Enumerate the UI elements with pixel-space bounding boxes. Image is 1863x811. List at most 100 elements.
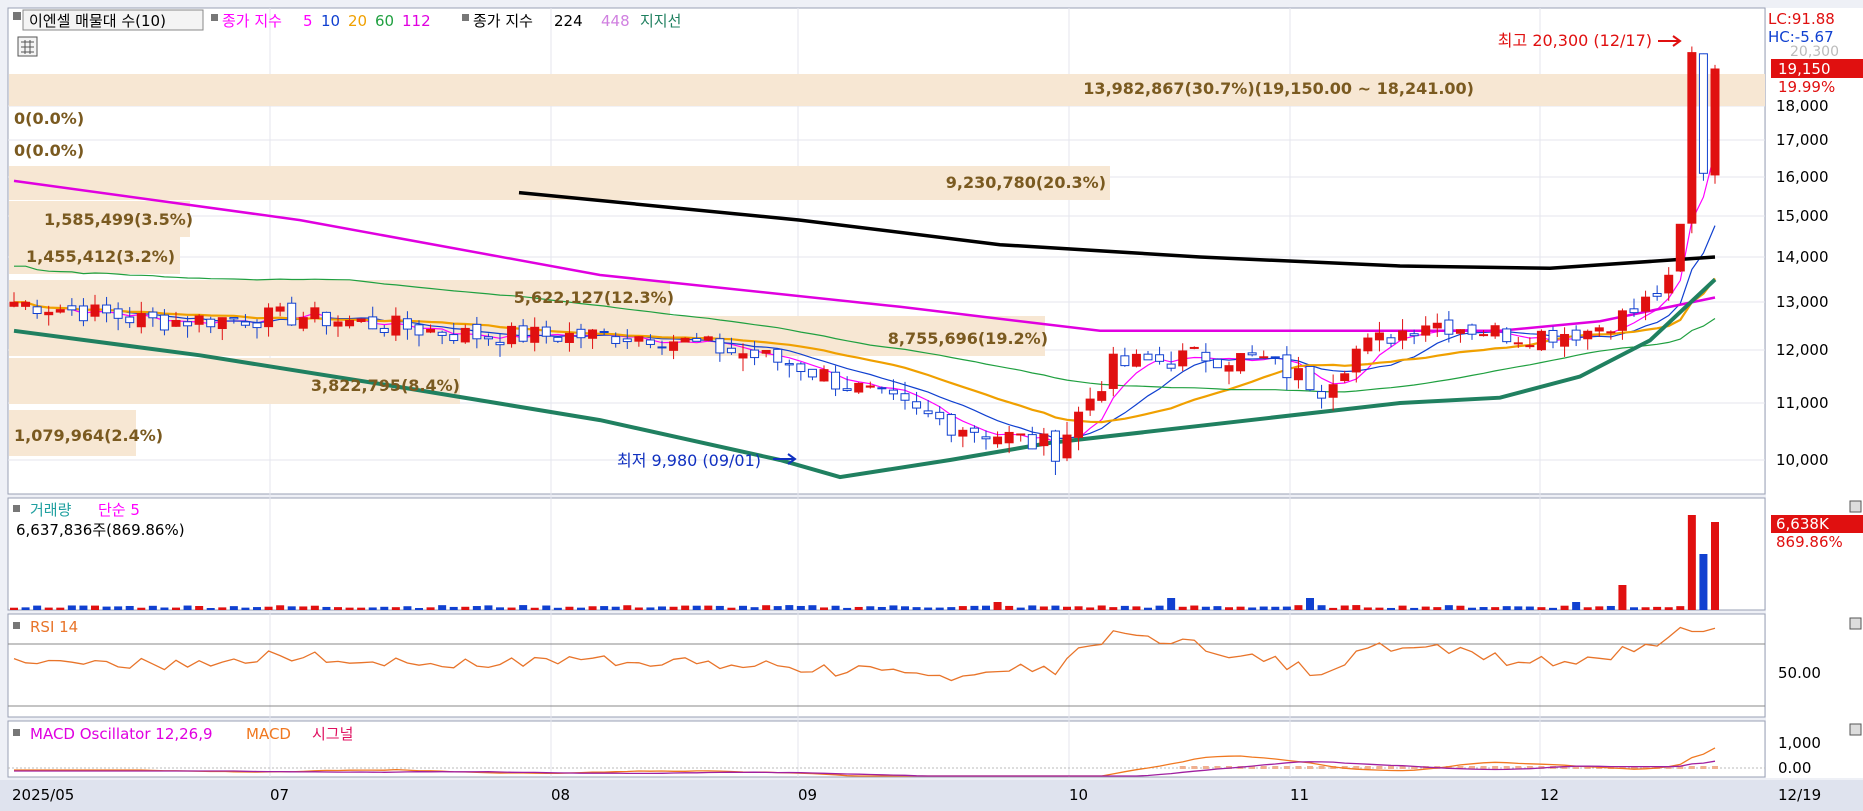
candle-body	[1259, 356, 1269, 359]
ma-period-448[interactable]: 448	[601, 12, 630, 30]
candle-body	[136, 313, 146, 328]
rsi-title[interactable]: RSI 14	[30, 618, 78, 636]
volume-bar	[368, 607, 377, 610]
volume-bar	[739, 605, 747, 610]
volume-bar	[1410, 607, 1419, 610]
volume-bar	[1606, 605, 1615, 610]
table-icon[interactable]	[17, 36, 38, 57]
macd-histogram-bar	[1688, 766, 1695, 769]
candle-body	[981, 436, 991, 440]
volume-bar	[449, 606, 458, 610]
macd-label[interactable]: MACD	[246, 725, 291, 743]
candle-body	[217, 317, 227, 330]
candle-body	[55, 309, 65, 313]
volume-bar	[345, 607, 354, 610]
candle-body	[553, 336, 563, 342]
volume-bar	[750, 607, 759, 610]
signal-label[interactable]: 시그널	[312, 725, 353, 743]
ma-prefix-label[interactable]: 종가 지수	[222, 12, 282, 30]
volume-bar	[507, 607, 516, 610]
volume-bar	[970, 605, 979, 610]
volume-bar	[461, 606, 470, 610]
volume-bar	[1468, 607, 1476, 610]
ma-prefix2-label[interactable]: 종가 지수	[473, 12, 533, 30]
candle-body	[229, 317, 239, 320]
volume-bar	[658, 606, 666, 610]
candle-body	[345, 319, 355, 327]
ma-period-224[interactable]: 224	[554, 12, 583, 30]
volume-bar	[1537, 607, 1546, 610]
close-icon[interactable]	[1849, 617, 1862, 630]
date-label-may: 2025/05	[12, 786, 74, 804]
support-line-label[interactable]: 지지선	[640, 12, 681, 30]
candle-body	[78, 305, 88, 322]
candle-body	[1131, 353, 1141, 367]
candle-body	[900, 393, 910, 401]
volume-bar	[1387, 607, 1395, 610]
candle-body	[1409, 333, 1419, 337]
volume-bar	[403, 606, 412, 610]
volume-bar	[715, 605, 724, 610]
candle-body	[183, 321, 193, 327]
rsi-panel[interactable]	[7, 613, 1766, 718]
volume-bar	[21, 607, 30, 610]
volume-bar	[877, 606, 886, 610]
volume-panel[interactable]	[7, 497, 1766, 611]
candle-body	[1536, 330, 1546, 351]
volume-bar	[125, 605, 134, 610]
macd-histogram-bar	[1492, 766, 1499, 769]
stock-chart[interactable]: 13,982,867(30.7%)(19,150.00 ~ 18,241.00)…	[0, 0, 1863, 811]
candle-body	[426, 328, 436, 333]
date-label-oct: 10	[1069, 786, 1088, 804]
volume-bar	[982, 605, 990, 610]
last-date-label: 12/19	[1778, 786, 1821, 804]
volume-bar	[426, 607, 435, 610]
candle-body	[993, 436, 1003, 445]
volume-bar	[484, 605, 493, 610]
volume-bar	[1433, 607, 1442, 610]
candle-body	[1062, 434, 1072, 459]
candle-body	[657, 346, 667, 349]
ma-period-20[interactable]: 20	[348, 12, 367, 30]
ma-period-10[interactable]: 10	[321, 12, 340, 30]
ma-period-112[interactable]: 112	[402, 12, 431, 30]
candle-body	[1085, 398, 1095, 411]
macd-histogram-bar	[1283, 766, 1290, 769]
candle-body	[611, 336, 621, 344]
volume-bar	[1583, 607, 1592, 610]
ma-period-5[interactable]: 5	[303, 12, 313, 30]
candle-body	[1340, 373, 1350, 382]
candle-body	[1490, 325, 1500, 337]
macd-histogram-bar	[1295, 766, 1302, 769]
candle-body	[645, 339, 655, 345]
candle-body	[171, 319, 181, 327]
volume-bar	[796, 605, 805, 610]
lc-label: LC:91.88	[1768, 10, 1835, 28]
candle-body	[634, 336, 644, 342]
candle-body	[44, 311, 54, 316]
candle-body	[1247, 352, 1257, 356]
volume-bar	[33, 605, 42, 610]
candle-body	[240, 321, 250, 326]
candle-body	[206, 318, 216, 328]
volume-bar	[1074, 606, 1083, 610]
volume-bar	[773, 606, 782, 610]
candle-body	[1641, 296, 1651, 312]
close-icon[interactable]	[1849, 723, 1862, 736]
macd-histogram-bar	[1364, 766, 1371, 769]
volume-bar	[1294, 605, 1303, 610]
volume-bar	[889, 605, 898, 610]
close-icon[interactable]	[1849, 500, 1862, 513]
candle-body	[703, 336, 713, 341]
candle-body	[935, 411, 945, 420]
volume-bar	[183, 605, 192, 610]
volume-bar	[843, 607, 852, 610]
volume-bar	[160, 607, 169, 610]
volume-title[interactable]: 거래량	[30, 501, 72, 519]
ma-period-60[interactable]: 60	[375, 12, 394, 30]
macd-title[interactable]: MACD Oscillator 12,26,9	[30, 725, 213, 743]
candle-body	[1386, 337, 1396, 344]
candle-body	[402, 318, 412, 330]
volume-ma-label[interactable]: 단순 5	[98, 501, 140, 519]
last-change-label: 19.99%	[1778, 78, 1835, 96]
